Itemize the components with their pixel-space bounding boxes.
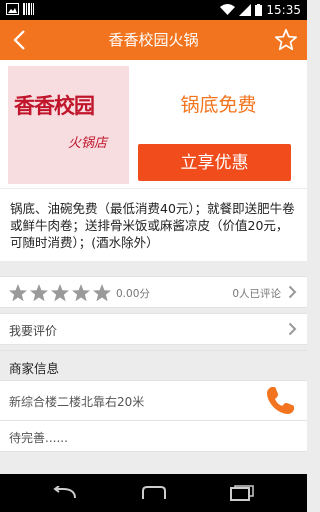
logo-subtext: 火锅店 bbox=[68, 136, 108, 151]
recent-apps-icon bbox=[230, 485, 254, 501]
barcode-icon bbox=[23, 3, 34, 15]
home-icon bbox=[142, 486, 166, 499]
navigation-bar bbox=[0, 474, 307, 512]
star-outline-icon bbox=[274, 28, 298, 51]
write-review-label: 我要评价 bbox=[9, 324, 58, 338]
nav-recent-apps-button[interactable] bbox=[222, 480, 262, 506]
system-icons: 15:35 bbox=[220, 2, 301, 18]
merchant-address: 新综合楼二楼北靠右20米 bbox=[9, 395, 145, 409]
nav-home-button[interactable] bbox=[134, 480, 174, 506]
write-review-row[interactable]: 我要评价 bbox=[0, 313, 307, 345]
star-icon bbox=[72, 284, 90, 302]
image-icon bbox=[6, 3, 19, 15]
rating-row[interactable]: 0.00分 0人已评论 bbox=[0, 276, 307, 308]
battery-icon bbox=[255, 4, 263, 16]
review-count: 0人已评论 bbox=[232, 288, 281, 300]
merchant-info-header: 商家信息 bbox=[0, 350, 307, 380]
logo-text: 香香校园 bbox=[14, 93, 95, 118]
promo-title: 锅底免费 bbox=[180, 94, 257, 116]
star-icon bbox=[30, 284, 48, 302]
signal-icon bbox=[239, 4, 252, 16]
store-logo: 香香校园 火锅店 bbox=[8, 66, 129, 184]
favorite-button[interactable] bbox=[271, 25, 301, 55]
star-icon bbox=[9, 284, 27, 302]
rating-score: 0.00分 bbox=[116, 288, 150, 300]
chevron-right-icon bbox=[288, 285, 297, 299]
star-icon bbox=[51, 284, 69, 302]
address-row: 新综合楼二楼北靠右20米 bbox=[0, 380, 307, 420]
wifi-icon bbox=[220, 4, 236, 15]
page-title: 香香校园火锅 bbox=[108, 31, 199, 49]
claim-offer-button[interactable]: 立享优惠 bbox=[138, 144, 291, 181]
rating-stars bbox=[8, 283, 112, 303]
screen: 15:35 香香校园火锅 香香校园 火锅店 锅底免费 立享优惠 锅底、油碗免费（… bbox=[0, 0, 307, 512]
store-header: 香香校园 火锅店 锅底免费 立享优惠 bbox=[0, 60, 307, 188]
nav-back-button[interactable] bbox=[44, 480, 84, 506]
clock: 15:35 bbox=[266, 3, 301, 17]
phone-icon[interactable] bbox=[263, 384, 297, 418]
back-arrow-icon bbox=[53, 486, 76, 499]
chevron-right-icon bbox=[288, 322, 297, 336]
status-bar: 15:35 bbox=[0, 0, 307, 20]
star-icon bbox=[93, 284, 111, 302]
action-bar: 香香校园火锅 bbox=[0, 20, 307, 60]
extra-info: 待完善...... bbox=[9, 431, 68, 445]
merchant-info-title: 商家信息 bbox=[9, 361, 60, 376]
back-chevron-icon bbox=[13, 30, 25, 50]
extra-info-row: 待完善...... bbox=[0, 420, 307, 452]
offer-description: 锅底、油碗免费（最低消费40元）；就餐即送肥牛卷或鲜牛肉卷；送排骨米饭或麻酱凉皮… bbox=[0, 189, 307, 261]
notification-icons bbox=[6, 3, 34, 15]
back-button[interactable] bbox=[4, 24, 34, 56]
